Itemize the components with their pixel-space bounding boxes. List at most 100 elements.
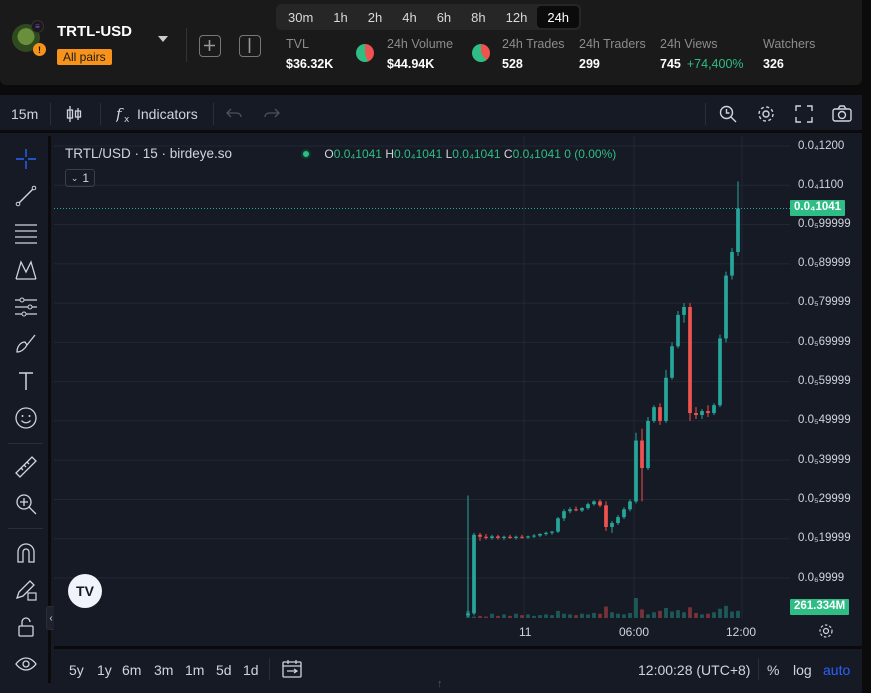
auto-scale-button[interactable]: auto [823,662,850,678]
timeframe-8h[interactable]: 8h [461,6,495,28]
time-axis[interactable]: 11 06:00 12:00 [54,618,862,642]
range-6m[interactable]: 6m [122,662,141,678]
candle-body [628,501,632,510]
range-5y[interactable]: 5y [69,662,84,678]
log-scale-button[interactable]: log [793,662,812,678]
timeframe-12h[interactable]: 12h [496,6,538,28]
divider [8,528,43,529]
timeframe-6h[interactable]: 6h [427,6,461,28]
all-pairs-badge[interactable]: All pairs [57,49,112,65]
axis-settings-gear-icon[interactable] [818,623,834,644]
timeframe-4h[interactable]: 4h [392,6,426,28]
zoom-in-icon[interactable] [13,491,39,517]
divider [186,28,187,62]
camera-icon[interactable] [832,105,852,126]
fullscreen-icon[interactable] [795,105,813,126]
candle-body [562,511,566,519]
timeframe-2h[interactable]: 2h [358,6,392,28]
magnet-icon[interactable] [13,540,39,566]
lock-drawing-icon[interactable] [13,577,39,603]
go-to-date-icon[interactable] [282,659,302,684]
volume-bar [664,608,668,618]
pair-name[interactable]: TRTL-USD [57,23,132,40]
candle-body [574,509,578,511]
forecast-icon[interactable] [13,294,39,320]
last-price-label: 0.0₄1041 [790,200,846,217]
chevron-down-icon[interactable] [158,36,168,42]
undo-icon[interactable] [226,106,242,123]
stat-views: 24h Views 745 +74,400% [660,37,744,71]
volume-pie-icon [356,44,374,62]
range-1m[interactable]: 1m [185,662,204,678]
price-axis[interactable]: 0.0₆9999 0.0₅19999 0.0₅29999 0.0₅39999 0.0₅4… [790,136,862,618]
stat-label: 24h Volume [387,37,454,51]
timeframe-1h[interactable]: 1h [323,6,357,28]
trend-line-icon[interactable] [13,183,39,209]
stat-value: 528 [502,57,523,71]
volume-bar [634,598,638,618]
time-tick: 11 [519,625,532,639]
range-1d[interactable]: 1d [243,662,259,678]
price-chart[interactable]: TRTL/USD · 15 · birdeye.so O0.0₄1041 H0.… [54,136,790,618]
timeframe-selector: 30m 1h 2h 4h 6h 8h 12h 24h [276,4,582,30]
stat-value: 326 [763,57,784,71]
brush-icon[interactable] [13,331,39,357]
candles-icon[interactable] [65,104,83,127]
candle-body [622,509,626,518]
candle-body [580,508,584,511]
emoji-icon[interactable] [13,405,39,431]
volume-bar [556,610,560,618]
volume-bar [604,606,608,618]
candle-body [502,536,506,538]
quick-search-icon[interactable] [718,104,738,127]
volume-bar [658,610,662,618]
indicators-button[interactable]: Indicators [137,106,198,122]
range-3m[interactable]: 3m [154,662,173,678]
volume-value-label: 261.334M [790,599,850,615]
eye-icon[interactable] [13,651,39,677]
settings-gear-icon[interactable] [756,104,776,127]
price-tick: 0.0₅59999 [798,375,851,387]
split-view-icon[interactable] [239,35,261,57]
candle-body [706,411,710,414]
candle-body [724,275,728,339]
stat-value: 299 [579,57,600,71]
ruler-icon[interactable] [13,454,39,480]
price-tick: 0.0₅79999 [798,296,851,308]
fib-retracement-icon[interactable] [13,220,39,246]
open-label: O [324,147,334,161]
ohlc-legend: O0.0₄1041 H0.0₄1041 L0.0₄1041 C0.0₄1041 … [301,147,616,161]
candle-body [652,407,656,421]
range-5d[interactable]: 5d [216,662,232,678]
candle-body [676,314,680,347]
market-status-icon [301,149,311,159]
price-tick: 0.0₅29999 [798,493,851,505]
resize-handle-icon[interactable]: ↑ [437,678,443,690]
redo-icon[interactable] [264,106,280,123]
interval-button[interactable]: 15m [11,106,38,122]
unlock-icon[interactable] [13,614,39,640]
collapse-indicators-button[interactable]: ⌄ 1 [65,169,95,187]
candle-body [610,523,614,527]
candle-body [514,536,518,538]
indicators-icon[interactable]: fx [115,104,134,127]
pair-selector[interactable]: ≡ ! [12,20,46,56]
candle-body [472,534,476,614]
timeframe-24h[interactable]: 24h [537,6,580,28]
clock[interactable]: 12:00:28 (UTC+8) [638,662,750,678]
chart-legend-symbol: TRTL/USD · 15 · birdeye.so [65,146,233,161]
timeframe-30m[interactable]: 30m [278,6,323,28]
add-icon[interactable] [199,35,221,57]
high-value: 0.0₄1041 [393,147,443,161]
warning-icon: ! [33,43,46,56]
divider [50,103,51,125]
range-1y[interactable]: 1y [97,662,112,678]
text-icon[interactable] [13,368,39,394]
tradingview-logo[interactable]: TV [68,574,102,608]
crosshair-icon[interactable] [13,146,39,172]
percent-scale-button[interactable]: % [767,662,779,678]
pattern-icon[interactable] [13,257,39,283]
change-value: 0 (0.00%) [564,147,617,161]
candle-body [532,535,536,537]
candle-body [592,501,596,505]
